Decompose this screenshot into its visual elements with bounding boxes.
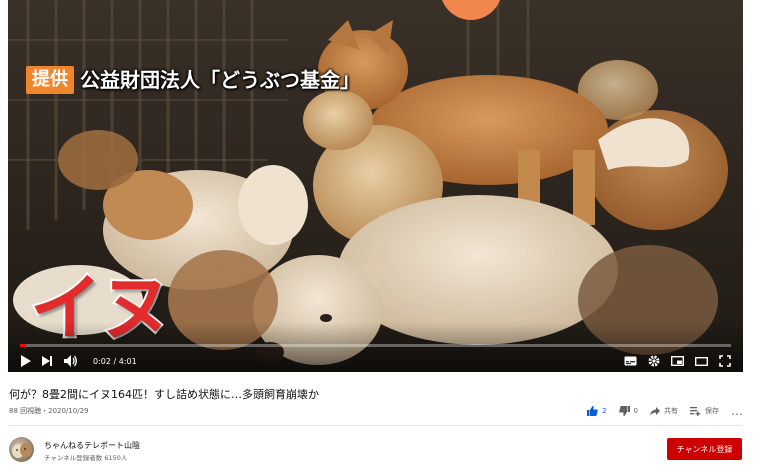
theater-mode-icon[interactable] xyxy=(695,353,708,369)
play-icon[interactable] xyxy=(20,353,31,369)
subscribe-button[interactable]: チャンネル登録 xyxy=(667,438,742,460)
save-button[interactable]: 保存 xyxy=(690,406,719,416)
time-display: 0:02 / 4:01 xyxy=(93,356,137,366)
thumbs-up-icon xyxy=(587,406,598,416)
subtitles-icon[interactable] xyxy=(624,353,637,369)
progress-fill xyxy=(20,344,26,347)
playlist-add-icon xyxy=(690,406,701,416)
progress-bar[interactable] xyxy=(20,344,731,347)
next-icon[interactable] xyxy=(42,353,53,369)
share-label: 共有 xyxy=(664,407,678,415)
volume-icon[interactable] xyxy=(64,353,78,369)
dislike-count: 0 xyxy=(633,407,638,415)
settings-gear-icon[interactable] xyxy=(648,353,660,369)
video-caption: 提供 公益財団法人「どうぶつ基金」 xyxy=(26,66,360,94)
like-button[interactable]: 2 xyxy=(587,406,607,416)
video-player[interactable]: 提供 公益財団法人「どうぶつ基金」 イヌ 0:02 / 4:01 xyxy=(8,0,743,372)
view-count-date: 88 回視聴・2020/10/29 xyxy=(9,407,89,415)
channel-avatar[interactable] xyxy=(9,437,34,462)
fullscreen-icon[interactable] xyxy=(719,353,731,369)
thumbs-down-icon xyxy=(618,406,630,416)
share-button[interactable]: 共有 xyxy=(650,406,678,416)
dislike-button[interactable]: 0 xyxy=(618,406,638,416)
share-icon xyxy=(650,406,660,415)
player-controls: 0:02 / 4:01 xyxy=(20,352,731,370)
divider xyxy=(9,425,742,426)
video-title: 何が？8畳2間にイヌ164匹！すし詰め状態に…多頭飼育崩壊か xyxy=(9,388,319,401)
miniplayer-icon[interactable] xyxy=(671,353,684,369)
caption-badge: 提供 xyxy=(26,66,74,94)
more-actions-button[interactable]: … xyxy=(731,404,743,418)
video-actions: 2 0 共有 保存 … xyxy=(587,404,743,418)
save-label: 保存 xyxy=(705,407,719,415)
subscriber-count: チャンネル登録者数 6150人 xyxy=(44,454,128,462)
caption-text: 公益財団法人「どうぶつ基金」 xyxy=(80,68,360,92)
more-icon: … xyxy=(731,404,743,418)
like-count: 2 xyxy=(602,407,607,415)
channel-name[interactable]: ちゃんねるテレポート山陰 xyxy=(44,440,140,451)
